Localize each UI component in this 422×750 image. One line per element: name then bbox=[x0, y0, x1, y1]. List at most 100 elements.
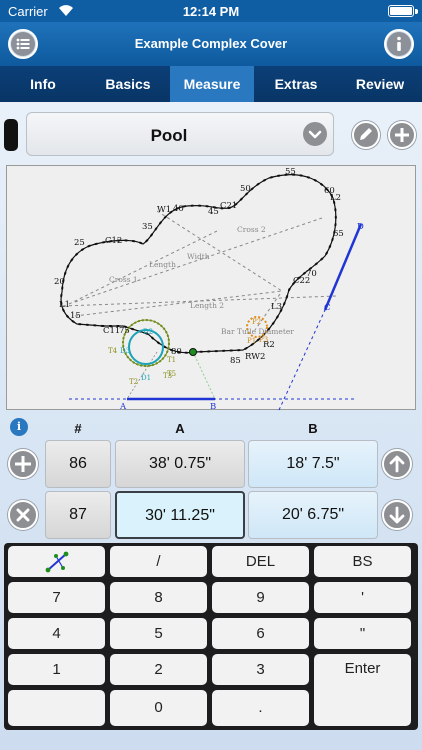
dimension-label: Cross 1 bbox=[109, 275, 138, 284]
diagram-point: L1 bbox=[59, 300, 70, 310]
column-header-a: A bbox=[175, 421, 185, 436]
diagram-point: C11 bbox=[103, 326, 120, 336]
key-1[interactable]: 1 bbox=[8, 654, 105, 685]
diagram-number: 20 bbox=[54, 277, 65, 287]
shape-selector[interactable]: Pool bbox=[26, 112, 334, 156]
dimension-label: Width bbox=[187, 252, 210, 261]
measurement-a-cell[interactable]: 38' 0.75" bbox=[115, 440, 245, 488]
chevron-down-icon bbox=[303, 122, 327, 146]
diagram-canvas: 55 60 50 45 40 35 25 20 15 65 70 75 80 8… bbox=[54, 167, 364, 411]
pool-diagram[interactable]: 55 60 50 45 40 35 25 20 15 65 70 75 80 8… bbox=[6, 165, 416, 411]
diagram-point: D bbox=[357, 222, 364, 232]
diagram-point: L3 bbox=[271, 302, 282, 312]
move-up-button[interactable] bbox=[382, 449, 412, 479]
close-icon bbox=[16, 508, 30, 522]
circle-label: T4 bbox=[108, 347, 118, 355]
tab-basics[interactable]: Basics bbox=[86, 66, 170, 102]
dimension-label: Cross 2 bbox=[237, 225, 266, 234]
circle-label: T2 bbox=[129, 378, 138, 386]
side-handle[interactable] bbox=[4, 119, 18, 151]
dimension-label: Length 2 bbox=[190, 301, 224, 310]
circle-label: T1 bbox=[167, 356, 176, 364]
column-header-b: B bbox=[308, 421, 318, 436]
add-button[interactable] bbox=[388, 121, 416, 149]
diagonal-line-icon bbox=[45, 551, 68, 573]
diagram-number: 85 bbox=[230, 356, 241, 366]
key-3[interactable]: 3 bbox=[212, 654, 309, 685]
info-button[interactable] bbox=[384, 29, 414, 59]
diagram-point: L2 bbox=[330, 193, 341, 203]
circle-label: P3 bbox=[259, 336, 268, 344]
diagonal-key[interactable] bbox=[8, 546, 105, 577]
diagram-number: 65 bbox=[333, 229, 344, 239]
diagram-number: 50 bbox=[240, 184, 251, 194]
move-down-button[interactable] bbox=[382, 500, 412, 530]
dimension-label: Length bbox=[149, 260, 176, 269]
tab-info[interactable]: Info bbox=[0, 66, 86, 102]
key-6[interactable]: 6 bbox=[212, 618, 309, 649]
backspace-key[interactable]: BS bbox=[314, 546, 411, 577]
tab-extras[interactable]: Extras bbox=[254, 66, 338, 102]
decimal-key[interactable]: . bbox=[212, 690, 309, 726]
diagram-number: 40 bbox=[173, 204, 184, 214]
battery-tip bbox=[415, 9, 418, 14]
help-info-icon[interactable]: i bbox=[10, 418, 28, 436]
diagram-point: C22 bbox=[293, 276, 310, 286]
measurement-b-cell[interactable]: 18' 7.5" bbox=[248, 440, 378, 488]
status-bar: Carrier 12:14 PM bbox=[0, 0, 422, 22]
edit-button[interactable] bbox=[352, 121, 380, 149]
battery-icon bbox=[388, 5, 414, 17]
enter-key[interactable]: Enter bbox=[314, 654, 411, 726]
clock: 12:14 PM bbox=[182, 4, 240, 19]
diagram-number: 25 bbox=[74, 238, 85, 248]
diagram-number: 15 bbox=[70, 311, 81, 321]
diagram-number: 35 bbox=[142, 222, 153, 232]
plus-icon bbox=[395, 128, 409, 142]
column-header-num: # bbox=[74, 421, 82, 436]
plus-icon bbox=[15, 456, 31, 472]
tab-bar: Info Basics Measure Extras Review bbox=[0, 66, 422, 102]
diagram-point: C21 bbox=[220, 201, 237, 211]
arrow-up-icon bbox=[389, 455, 405, 473]
key-0[interactable]: 0 bbox=[110, 690, 207, 726]
pencil-icon bbox=[360, 128, 372, 140]
dimension-label: Bar Tulle Diameter bbox=[221, 327, 294, 336]
circle-label: D1 bbox=[141, 374, 151, 382]
key-5[interactable]: 5 bbox=[110, 618, 207, 649]
row-number-cell[interactable]: 86 bbox=[45, 440, 111, 488]
diagram-point: C bbox=[324, 303, 331, 313]
tab-measure[interactable]: Measure bbox=[170, 66, 254, 102]
measurement-b-cell[interactable]: 20' 6.75" bbox=[248, 491, 378, 539]
tab-review[interactable]: Review bbox=[338, 66, 422, 102]
row-number-cell[interactable]: 87 bbox=[45, 491, 111, 539]
diagram-number: 75 bbox=[119, 326, 130, 336]
circle-label: P2 bbox=[252, 318, 261, 326]
inches-key[interactable]: " bbox=[314, 618, 411, 649]
selected-shape: Pool bbox=[150, 126, 188, 145]
diagram-point: A bbox=[119, 402, 127, 411]
delete-key[interactable]: DEL bbox=[212, 546, 309, 577]
slash-key[interactable]: / bbox=[110, 546, 207, 577]
diagram-number: 45 bbox=[208, 207, 219, 217]
delete-row-button[interactable] bbox=[8, 500, 38, 530]
key-2[interactable]: 2 bbox=[110, 654, 207, 685]
info-icon bbox=[387, 32, 411, 56]
circle-label: P1 bbox=[247, 337, 256, 345]
measurement-a-cell-selected[interactable]: 30' 11.25" bbox=[115, 491, 245, 539]
blank-key[interactable] bbox=[8, 690, 105, 726]
add-row-button[interactable] bbox=[8, 449, 38, 479]
key-4[interactable]: 4 bbox=[8, 618, 105, 649]
page-title: Example Complex Cover bbox=[134, 36, 288, 51]
key-9[interactable]: 9 bbox=[212, 582, 309, 613]
arrow-down-icon bbox=[389, 506, 405, 524]
diagram-point: B bbox=[210, 402, 216, 411]
diagram-point: RW2 bbox=[245, 352, 265, 362]
diagram-point: C12 bbox=[105, 236, 122, 246]
diagram-point: W1 bbox=[157, 205, 171, 215]
key-7[interactable]: 7 bbox=[8, 582, 105, 613]
feet-key[interactable]: ' bbox=[314, 582, 411, 613]
diagram-number: 55 bbox=[285, 167, 296, 177]
circle-label: D2 bbox=[143, 328, 153, 336]
app-header: Example Complex Cover bbox=[0, 22, 422, 66]
key-8[interactable]: 8 bbox=[110, 582, 207, 613]
